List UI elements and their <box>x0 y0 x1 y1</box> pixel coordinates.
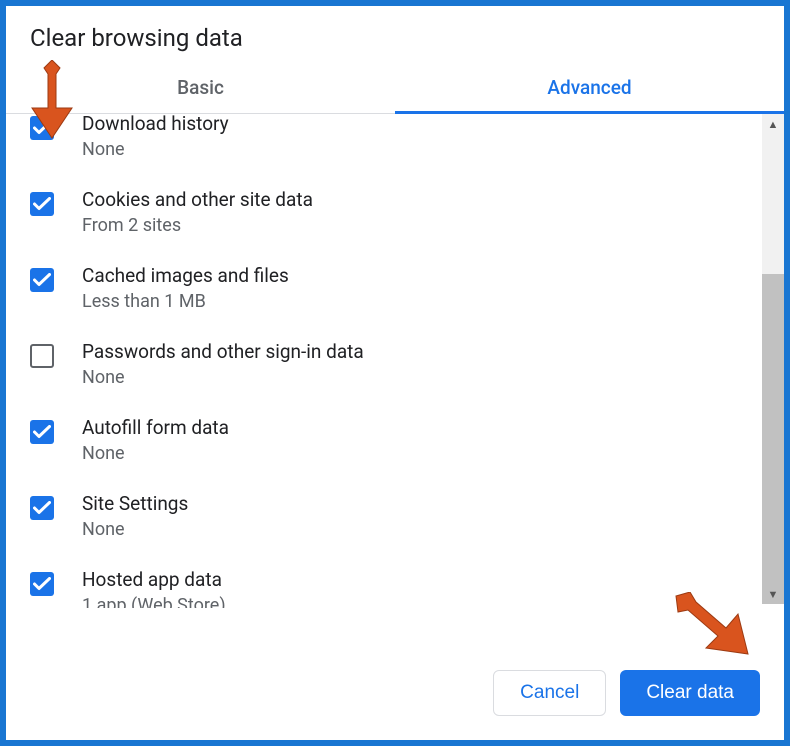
item-label: Download history <box>82 114 229 135</box>
dialog-buttons: Cancel Clear data <box>493 670 760 716</box>
list-item: Download history None <box>6 114 762 174</box>
check-icon <box>33 197 51 211</box>
checkbox-autofill[interactable] <box>30 420 54 444</box>
check-icon <box>33 577 51 591</box>
content-area: Download history None Cookies and other … <box>6 114 784 612</box>
checkbox-hosted-app-data[interactable] <box>30 572 54 596</box>
checkbox-passwords[interactable] <box>30 344 54 368</box>
list-item: Hosted app data 1 app (Web Store) <box>6 554 762 608</box>
checkbox-site-settings[interactable] <box>30 496 54 520</box>
tab-basic[interactable]: Basic <box>6 76 395 114</box>
check-icon <box>33 501 51 515</box>
list-item: Cached images and files Less than 1 MB <box>6 250 762 326</box>
item-label: Passwords and other sign-in data <box>82 340 364 363</box>
checkbox-download-history[interactable] <box>30 116 54 140</box>
scrollbar-down-icon[interactable]: ▼ <box>762 584 784 604</box>
clear-data-button[interactable]: Clear data <box>620 670 760 716</box>
item-sub: None <box>82 367 364 388</box>
check-icon <box>33 273 51 287</box>
item-sub: From 2 sites <box>82 215 313 236</box>
list-item: Autofill form data None <box>6 402 762 478</box>
cancel-button[interactable]: Cancel <box>493 670 606 716</box>
dialog-title: Clear browsing data <box>6 6 784 76</box>
scrollbar[interactable]: ▲ ▼ <box>762 114 784 604</box>
tabs: Basic Advanced <box>6 76 784 114</box>
list-item: Site Settings None <box>6 478 762 554</box>
checkbox-cookies[interactable] <box>30 192 54 216</box>
check-icon <box>33 121 51 135</box>
item-label: Autofill form data <box>82 416 229 439</box>
item-sub: None <box>82 519 188 540</box>
item-sub: 1 app (Web Store) <box>82 595 226 608</box>
options-list: Download history None Cookies and other … <box>6 114 762 608</box>
item-sub: None <box>82 139 229 160</box>
item-label: Cookies and other site data <box>82 188 313 211</box>
item-label: Cached images and files <box>82 264 289 287</box>
item-sub: Less than 1 MB <box>82 291 289 312</box>
item-label: Site Settings <box>82 492 188 515</box>
item-label: Hosted app data <box>82 568 226 591</box>
clear-browsing-data-dialog: Clear browsing data Basic Advanced Downl… <box>0 0 790 746</box>
item-sub: None <box>82 443 229 464</box>
list-item: Passwords and other sign-in data None <box>6 326 762 402</box>
list-item: Cookies and other site data From 2 sites <box>6 174 762 250</box>
tab-advanced[interactable]: Advanced <box>395 76 784 114</box>
checkbox-cached-images[interactable] <box>30 268 54 292</box>
scrollbar-thumb[interactable] <box>762 274 784 604</box>
scrollbar-up-icon[interactable]: ▲ <box>762 114 784 134</box>
check-icon <box>33 425 51 439</box>
